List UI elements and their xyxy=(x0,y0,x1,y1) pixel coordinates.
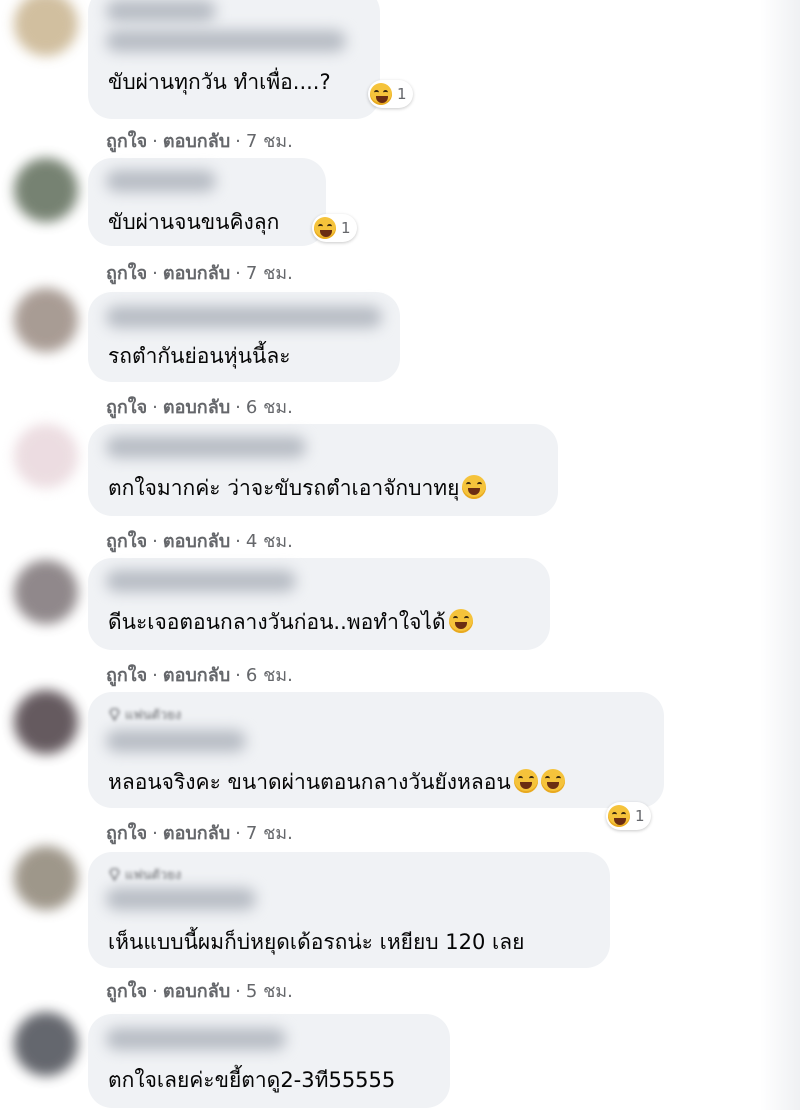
reaction-count: 1 xyxy=(397,85,407,103)
comment-actions: ถูกใจ · ตอบกลับ · 6 ชม. xyxy=(106,665,293,686)
timestamp[interactable]: 4 ชม. xyxy=(246,531,293,552)
avatar[interactable] xyxy=(14,158,78,222)
rolling-on-floor-laughing-icon xyxy=(540,769,565,793)
reaction-count: 1 xyxy=(341,219,351,237)
reaction-count: 1 xyxy=(635,807,645,825)
grinning-squinting-face-icon xyxy=(314,217,336,239)
timestamp[interactable]: 5 ชม. xyxy=(246,981,293,1002)
comment-text: ตกใจมากค่ะ ว่าจะขับรถตำเอาจักบาทยุ xyxy=(108,474,487,502)
reply-link[interactable]: ตอบกลับ xyxy=(163,397,230,418)
commenter-name-blurred xyxy=(106,436,306,458)
comment-text: ตกใจเลยค่ะขยี้ตาดู2-3ที55555 xyxy=(108,1068,396,1092)
commenter-name-blurred xyxy=(106,0,216,22)
comment-bubble: ตกใจมากค่ะ ว่าจะขับรถตำเอาจักบาทยุ xyxy=(88,424,558,516)
avatar[interactable] xyxy=(14,0,78,56)
comment-text: เห็นแบบนี้ผมก็บ่หยุดเด้อรถน่ะ เหยียบ 120… xyxy=(108,930,525,954)
comment-bubble: ขับผ่านทุกวัน ทำเพื่อ....? xyxy=(88,0,380,119)
commenter-name-blurred xyxy=(106,170,216,192)
like-link[interactable]: ถูกใจ xyxy=(106,823,147,844)
timestamp[interactable]: 7 ชม. xyxy=(246,823,293,844)
avatar[interactable] xyxy=(14,288,78,352)
comment-text: ขับผ่านทุกวัน ทำเพื่อ....? xyxy=(108,70,331,94)
page-edge-shade xyxy=(760,0,800,1110)
reaction-summary[interactable]: 1 xyxy=(312,214,357,242)
like-link[interactable]: ถูกใจ xyxy=(106,531,147,552)
comment-text: รถตำกันย่อนหุ่นนี้ละ xyxy=(108,344,291,368)
diamond-icon xyxy=(109,708,120,721)
grinning-squinting-face-icon xyxy=(370,83,392,105)
avatar[interactable] xyxy=(14,690,78,754)
top-fan-badge: แฟนตัวยง xyxy=(108,864,181,885)
badge-label: แฟนตัวยง xyxy=(125,708,182,723)
face-with-tears-of-joy-icon xyxy=(462,475,487,499)
timestamp[interactable]: 7 ชม. xyxy=(246,131,293,152)
diamond-icon xyxy=(109,868,120,881)
comment-actions: ถูกใจ · ตอบกลับ · 7 ชม. xyxy=(106,131,293,152)
reply-link[interactable]: ตอบกลับ xyxy=(163,263,230,284)
reply-link[interactable]: ตอบกลับ xyxy=(163,131,230,152)
comment-bubble: รถตำกันย่อนหุ่นนี้ละ xyxy=(88,292,400,382)
like-link[interactable]: ถูกใจ xyxy=(106,981,147,1002)
reaction-summary[interactable]: 1 xyxy=(368,80,413,108)
rolling-on-floor-laughing-icon xyxy=(448,609,473,633)
comment-bubble: ดีนะเจอตอนกลางวันก่อน..พอทำใจได้ xyxy=(88,558,550,650)
comment-bubble: ตกใจเลยค่ะขยี้ตาดู2-3ที55555 xyxy=(88,1014,450,1108)
like-link[interactable]: ถูกใจ xyxy=(106,263,147,284)
badge-label: แฟนตัวยง xyxy=(125,868,182,883)
comment-actions: ถูกใจ · ตอบกลับ · 6 ชม. xyxy=(106,397,293,418)
comment-bubble: แฟนตัวยง เห็นแบบนี้ผมก็บ่หยุดเด้อรถน่ะ เ… xyxy=(88,852,610,968)
like-link[interactable]: ถูกใจ xyxy=(106,665,147,686)
reply-link[interactable]: ตอบกลับ xyxy=(163,665,230,686)
comment-text: หลอนจริงคะ ขนาดผ่านตอนกลางวันยังหลอน xyxy=(108,768,565,796)
comment-bubble: แฟนตัวยง หลอนจริงคะ ขนาดผ่านตอนกลางวันยั… xyxy=(88,692,664,808)
comment-text: ดีนะเจอตอนกลางวันก่อน..พอทำใจได้ xyxy=(108,608,473,636)
commenter-name-blurred xyxy=(106,30,346,52)
avatar[interactable] xyxy=(14,424,78,488)
comment-actions: ถูกใจ · ตอบกลับ · 4 ชม. xyxy=(106,531,293,552)
reply-link[interactable]: ตอบกลับ xyxy=(163,531,230,552)
comment-bubble: ขับผ่านจนขนคิงลุก xyxy=(88,158,326,246)
avatar[interactable] xyxy=(14,1012,78,1076)
comment-actions: ถูกใจ · ตอบกลับ · 5 ชม. xyxy=(106,981,293,1002)
like-link[interactable]: ถูกใจ xyxy=(106,131,147,152)
comment-actions: ถูกใจ · ตอบกลับ · 7 ชม. xyxy=(106,263,293,284)
reply-link[interactable]: ตอบกลับ xyxy=(163,823,230,844)
commenter-name-blurred xyxy=(106,306,382,328)
grinning-squinting-face-icon xyxy=(608,805,630,827)
commenter-name-blurred xyxy=(106,570,296,592)
timestamp[interactable]: 6 ชม. xyxy=(246,665,293,686)
commenter-name-blurred xyxy=(106,888,256,910)
comment-text: ขับผ่านจนขนคิงลุก xyxy=(108,210,280,234)
avatar[interactable] xyxy=(14,560,78,624)
reply-link[interactable]: ตอบกลับ xyxy=(163,981,230,1002)
comment-actions: ถูกใจ · ตอบกลับ · 7 ชม. xyxy=(106,823,293,844)
commenter-name-blurred xyxy=(106,730,246,752)
timestamp[interactable]: 7 ชม. xyxy=(246,263,293,284)
like-link[interactable]: ถูกใจ xyxy=(106,397,147,418)
timestamp[interactable]: 6 ชม. xyxy=(246,397,293,418)
rolling-on-floor-laughing-icon xyxy=(513,769,538,793)
reaction-summary[interactable]: 1 xyxy=(606,802,651,830)
avatar[interactable] xyxy=(14,846,78,910)
top-fan-badge: แฟนตัวยง xyxy=(108,704,181,725)
commenter-name-blurred xyxy=(106,1028,286,1050)
